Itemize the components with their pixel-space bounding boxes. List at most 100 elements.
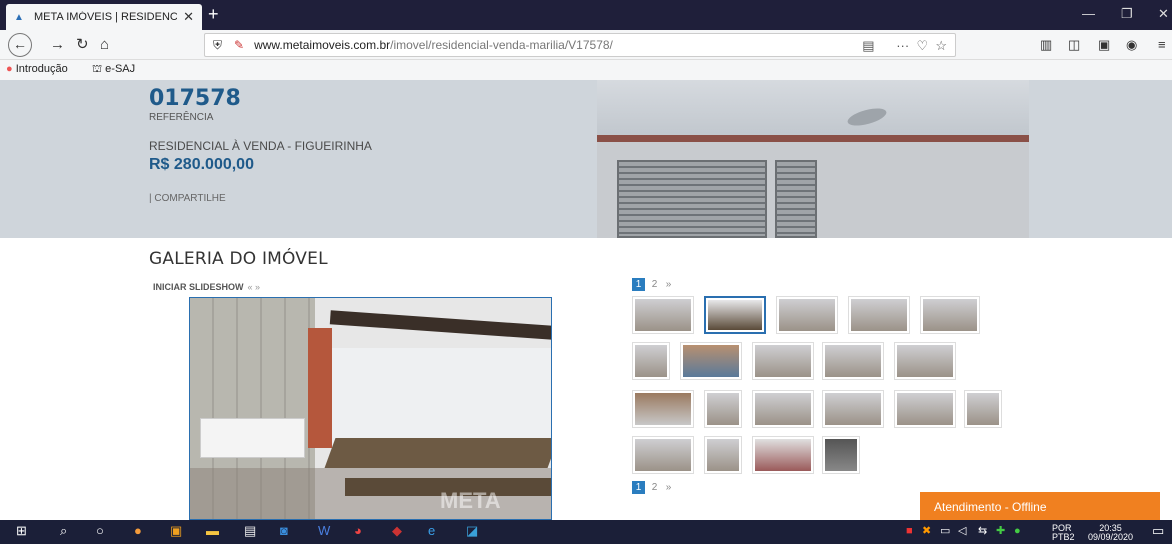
image-table bbox=[324, 438, 551, 468]
thumbnail[interactable] bbox=[752, 436, 814, 474]
reader-view-icon[interactable]: ▤ bbox=[862, 38, 874, 53]
battery-icon[interactable]: ▭ bbox=[940, 526, 950, 537]
site-favicon-icon: ▲ bbox=[14, 12, 24, 23]
firefox-taskbar-icon[interactable]: ● bbox=[134, 523, 142, 538]
pager-page-1[interactable]: 1 bbox=[632, 278, 645, 291]
forward-icon[interactable]: → bbox=[50, 35, 65, 55]
thumbnail[interactable] bbox=[848, 296, 910, 334]
property-banner: 017578 REFERÊNCIA RESIDENCIAL À VENDA - … bbox=[0, 80, 1172, 238]
back-icon[interactable]: ← bbox=[8, 33, 32, 57]
chat-offline-button[interactable]: Atendimento - Offline bbox=[920, 492, 1160, 520]
photo-gate bbox=[617, 160, 767, 238]
thumbnail[interactable] bbox=[894, 342, 956, 380]
windows-start-icon[interactable]: ⊞ bbox=[16, 523, 27, 539]
gallery-main-image[interactable]: META bbox=[189, 297, 552, 520]
app-taskbar-icon[interactable]: ◙ bbox=[280, 523, 288, 538]
tray-app-icon[interactable]: ✚ bbox=[996, 526, 1005, 537]
gallery-pager-bottom: 1 2 » bbox=[632, 481, 671, 494]
minimize-icon[interactable]: — bbox=[1082, 6, 1095, 21]
pocket-icon[interactable]: ♡ bbox=[916, 38, 928, 53]
network-icon[interactable]: ⇆ bbox=[978, 526, 987, 537]
app-taskbar-icon[interactable]: ▣ bbox=[170, 523, 182, 539]
tray-app-icon[interactable]: ✖ bbox=[922, 526, 931, 537]
bookmark-introducao[interactable]: ● Introdução bbox=[6, 63, 68, 75]
slideshow-control[interactable]: INICIAR SLIDESHOW « » bbox=[153, 282, 260, 292]
thumbnail[interactable] bbox=[632, 296, 694, 334]
thumbnail[interactable] bbox=[632, 390, 694, 428]
tray-app-icon[interactable]: ● bbox=[1014, 526, 1021, 537]
url-bar[interactable]: ⛨ ✎ www.metaimoveis.com.br/imovel/reside… bbox=[204, 33, 956, 57]
gallery-title: GALERIA DO IMÓVEL bbox=[149, 249, 328, 269]
thumbnail[interactable] bbox=[704, 390, 742, 428]
property-facade-photo[interactable] bbox=[597, 80, 1029, 238]
pager-page-2[interactable]: 2 bbox=[652, 279, 658, 290]
clock[interactable]: 20:35 09/09/2020 bbox=[1088, 524, 1133, 542]
file-explorer-icon[interactable]: ▬ bbox=[206, 523, 219, 538]
new-tab-button[interactable]: + bbox=[208, 4, 219, 24]
thumbnail[interactable] bbox=[752, 342, 814, 380]
pager-next[interactable]: » bbox=[666, 482, 672, 493]
thumbnail[interactable] bbox=[822, 342, 884, 380]
thumbnail[interactable] bbox=[632, 436, 694, 474]
thumbnail[interactable] bbox=[776, 296, 838, 334]
image-wood-beam bbox=[329, 310, 551, 340]
chrome-icon[interactable]: ◕ bbox=[354, 523, 362, 538]
cortana-icon[interactable]: ○ bbox=[96, 523, 104, 538]
thumbnail[interactable] bbox=[822, 436, 860, 474]
pager-page-1[interactable]: 1 bbox=[632, 481, 645, 494]
sidebar-icon[interactable]: ◫ bbox=[1068, 37, 1080, 53]
firefox-icon: ● bbox=[6, 63, 13, 75]
volume-icon[interactable]: ◁ bbox=[958, 526, 966, 537]
tray-app-icon[interactable]: ■ bbox=[906, 526, 913, 537]
insecure-lock-icon: ✎ bbox=[234, 38, 245, 52]
home-icon[interactable]: ⌂ bbox=[100, 35, 109, 55]
property-price: R$ 280.000,00 bbox=[149, 156, 254, 173]
share-link[interactable]: | COMPARTILHE bbox=[149, 193, 226, 204]
courthouse-icon: ⛫ bbox=[92, 63, 103, 75]
thumbnail[interactable] bbox=[704, 436, 742, 474]
tab-close-icon[interactable]: ✕ bbox=[183, 9, 194, 25]
search-icon[interactable]: ⌕ bbox=[60, 523, 67, 539]
input-language[interactable]: POR PTB2 bbox=[1052, 524, 1075, 542]
thumbnail[interactable] bbox=[632, 342, 670, 380]
restore-icon[interactable]: ❐ bbox=[1121, 6, 1133, 22]
reload-icon[interactable]: ↻ bbox=[76, 35, 89, 55]
pager-page-2[interactable]: 2 bbox=[652, 482, 658, 493]
thumbnail[interactable] bbox=[894, 390, 956, 428]
library-icon[interactable]: ▥ bbox=[1040, 37, 1052, 53]
slideshow-arrows[interactable]: « » bbox=[248, 282, 261, 292]
url-actions: ▤ ··· ♡ ☆ bbox=[862, 38, 947, 54]
menu-icon[interactable]: ≡ bbox=[1158, 37, 1166, 52]
photo-trim bbox=[597, 135, 1029, 142]
image-watermark: META bbox=[440, 488, 501, 513]
account-icon[interactable]: ◉ bbox=[1126, 37, 1137, 53]
thumbnail[interactable] bbox=[822, 390, 884, 428]
lang-bottom: PTB2 bbox=[1052, 532, 1075, 542]
photos-icon[interactable]: ◪ bbox=[466, 523, 478, 539]
bookmark-star-icon[interactable]: ☆ bbox=[935, 38, 947, 53]
notifications-icon[interactable]: ▭ bbox=[1152, 523, 1164, 539]
thumbnail[interactable] bbox=[680, 342, 742, 380]
edge-icon[interactable]: e bbox=[428, 523, 435, 538]
store-icon[interactable]: ▤ bbox=[244, 523, 256, 539]
slideshow-label[interactable]: INICIAR SLIDESHOW bbox=[153, 282, 244, 292]
pager-next[interactable]: » bbox=[666, 279, 672, 290]
extension-icon[interactable]: ▣ bbox=[1098, 37, 1110, 53]
bookmark-esaj[interactable]: ⛫ e-SAJ bbox=[92, 63, 135, 77]
word-icon[interactable]: W bbox=[318, 523, 330, 538]
page-actions-icon[interactable]: ··· bbox=[896, 38, 909, 53]
url-domain: www.metaimoveis.com.br bbox=[254, 38, 391, 52]
bookmark-label: Introdução bbox=[15, 63, 68, 75]
thumbnail[interactable] bbox=[752, 390, 814, 428]
app-taskbar-icon[interactable]: ◆ bbox=[392, 523, 402, 539]
url-path: /imovel/residencial-venda-marilia/V17578… bbox=[390, 38, 613, 52]
browser-tab[interactable]: ▲ META IMÓVEIS | RESIDENCIAL / ✕ bbox=[6, 4, 202, 30]
property-code-label: REFERÊNCIA bbox=[149, 112, 214, 123]
thumbnail[interactable] bbox=[964, 390, 1002, 428]
close-window-icon[interactable]: ✕ bbox=[1158, 6, 1169, 22]
photo-door bbox=[775, 160, 817, 238]
tab-title: META IMÓVEIS | RESIDENCIAL / bbox=[34, 11, 178, 23]
thumbnail[interactable] bbox=[920, 296, 980, 334]
browser-tab-bar: ▲ META IMÓVEIS | RESIDENCIAL / ✕ + — ❐ ✕ bbox=[0, 0, 1172, 30]
thumbnail-active[interactable] bbox=[704, 296, 766, 334]
